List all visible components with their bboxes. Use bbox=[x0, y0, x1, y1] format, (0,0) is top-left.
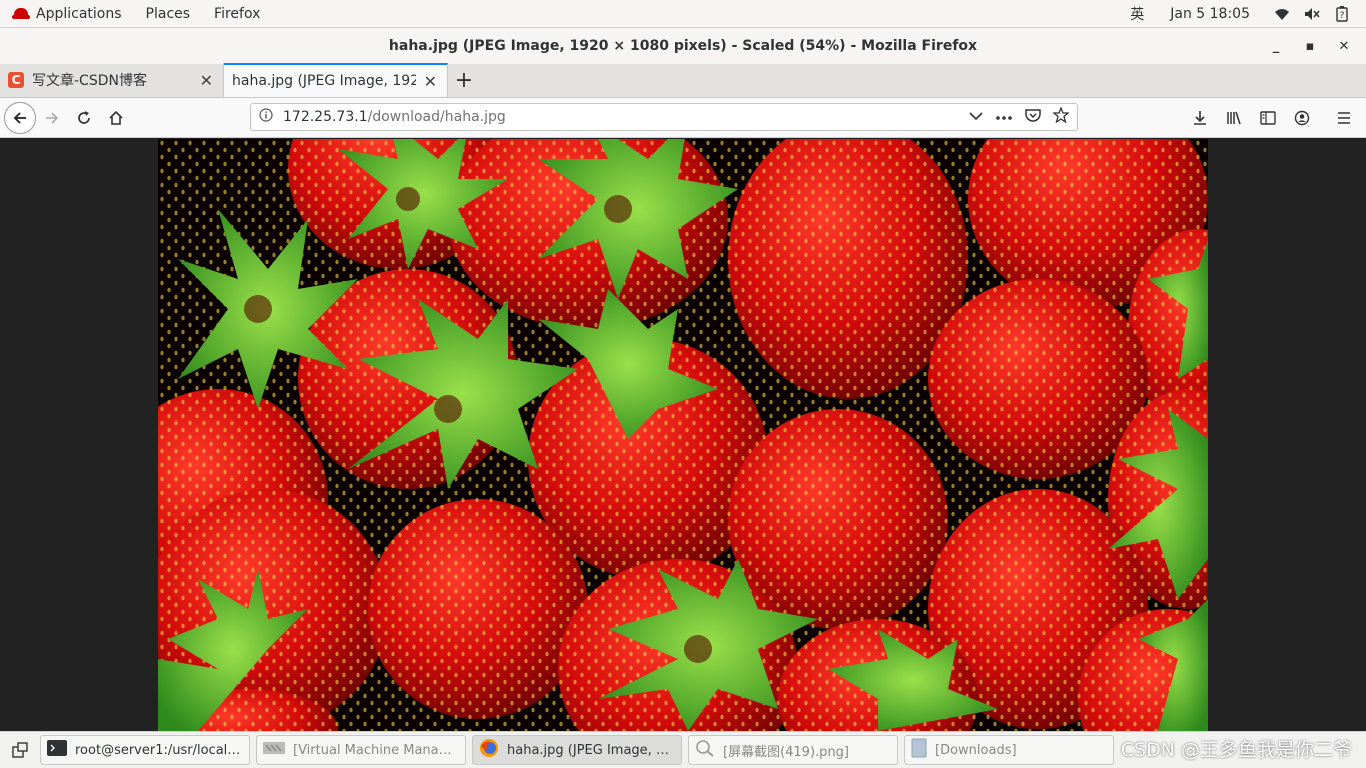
task-downloads-folder[interactable]: [Downloads] bbox=[904, 735, 1114, 765]
image-viewer-icon bbox=[695, 739, 715, 761]
library-icon bbox=[1227, 111, 1241, 125]
sidebar-button[interactable] bbox=[1252, 102, 1284, 134]
hamburger-menu-icon bbox=[1338, 112, 1350, 124]
firefox-icon bbox=[479, 738, 499, 762]
page-actions-icon[interactable] bbox=[995, 109, 1013, 125]
places-menu[interactable]: Places bbox=[134, 0, 203, 27]
task-virtual-machine-manager[interactable]: [Virtual Machine Manager] bbox=[256, 735, 466, 765]
firefox-app-menu[interactable]: Firefox bbox=[202, 0, 272, 27]
task-label: [Virtual Machine Manager] bbox=[293, 742, 459, 758]
tab-label: haha.jpg (JPEG Image, 1920 bbox=[232, 73, 416, 89]
svg-text:?: ? bbox=[1340, 11, 1345, 21]
task-label: haha.jpg (JPEG Image, 192... bbox=[507, 742, 675, 758]
tab-csdn[interactable]: C 写文章-CSDN博客 ✕ bbox=[0, 63, 224, 97]
maximize-button[interactable]: ▪ bbox=[1296, 32, 1324, 60]
csdn-favicon-icon: C bbox=[8, 72, 24, 88]
site-info-icon[interactable] bbox=[259, 108, 273, 126]
back-button[interactable] bbox=[4, 101, 36, 134]
bookmark-star-icon[interactable] bbox=[1052, 106, 1070, 127]
window-title-bar: haha.jpg (JPEG Image, 1920 × 1080 pixels… bbox=[0, 28, 1366, 64]
applications-menu[interactable]: Applications bbox=[0, 0, 134, 27]
arrow-left-icon bbox=[13, 111, 26, 124]
task-label: [Downloads] bbox=[935, 742, 1017, 758]
task-firefox[interactable]: haha.jpg (JPEG Image, 192... bbox=[472, 735, 682, 765]
tab-close-icon[interactable]: ✕ bbox=[424, 72, 437, 91]
url-host: 172.25.73.1 bbox=[283, 109, 368, 125]
close-window-button[interactable]: ✕ bbox=[1330, 32, 1358, 60]
downloads-button[interactable] bbox=[1184, 102, 1216, 134]
volume-muted-icon[interactable] bbox=[1304, 6, 1320, 22]
clock[interactable]: Jan 5 18:05 bbox=[1170, 6, 1250, 22]
wifi-icon[interactable] bbox=[1274, 6, 1290, 22]
home-icon bbox=[109, 110, 123, 125]
pocket-icon[interactable] bbox=[1025, 108, 1041, 126]
tab-haha-jpg[interactable]: haha.jpg (JPEG Image, 1920 ✕ bbox=[224, 63, 448, 97]
task-image-viewer[interactable]: [屏幕截图(419).png] bbox=[688, 735, 898, 765]
reload-icon bbox=[78, 110, 90, 124]
applications-label: Applications bbox=[36, 5, 122, 22]
places-label: Places bbox=[145, 5, 191, 22]
power-status-icon[interactable]: ? bbox=[1334, 5, 1350, 22]
task-label: root@server1:/usr/local/ng... bbox=[75, 742, 243, 758]
account-button[interactable] bbox=[1286, 102, 1318, 134]
chevron-down-icon[interactable] bbox=[969, 109, 983, 125]
library-button[interactable] bbox=[1218, 102, 1250, 134]
input-method-indicator[interactable]: 英 bbox=[1130, 4, 1144, 24]
page-content bbox=[0, 139, 1366, 731]
sidebar-icon bbox=[1260, 111, 1276, 125]
show-desktop-button[interactable] bbox=[6, 736, 34, 764]
folder-icon bbox=[911, 738, 927, 762]
home-button[interactable] bbox=[100, 102, 132, 134]
task-terminal[interactable]: root@server1:/usr/local/ng... bbox=[40, 735, 250, 765]
strawberries-image[interactable] bbox=[158, 139, 1208, 731]
strawberries-illustration bbox=[158, 139, 1208, 731]
tab-close-icon[interactable]: ✕ bbox=[200, 71, 213, 90]
task-label: [屏幕截图(419).png] bbox=[723, 744, 849, 760]
tab-strip: C 写文章-CSDN博客 ✕ haha.jpg (JPEG Image, 192… bbox=[0, 63, 1366, 98]
tab-label: 写文章-CSDN博客 bbox=[32, 73, 147, 89]
account-icon bbox=[1294, 110, 1310, 126]
vm-manager-icon bbox=[263, 740, 285, 760]
download-icon bbox=[1194, 111, 1206, 125]
terminal-icon bbox=[47, 740, 67, 760]
arrow-right-icon bbox=[46, 111, 59, 124]
reload-button[interactable] bbox=[68, 102, 100, 134]
redhat-logo-icon bbox=[12, 7, 30, 21]
csdn-watermark: CSDN @王多鱼我是你二爷 bbox=[1120, 739, 1352, 761]
menu-button[interactable] bbox=[1328, 102, 1360, 134]
gnome-top-bar: Applications Places Firefox 英 Jan 5 18:0… bbox=[0, 0, 1366, 28]
navigation-toolbar: 172.25.73.1/download/haha.jpg bbox=[0, 98, 1366, 138]
new-tab-button[interactable]: + bbox=[448, 63, 480, 97]
window-title: haha.jpg (JPEG Image, 1920 × 1080 pixels… bbox=[388, 38, 978, 54]
forward-button[interactable] bbox=[36, 102, 68, 134]
minimize-button[interactable]: _ bbox=[1262, 32, 1290, 60]
url-path: /download/haha.jpg bbox=[367, 109, 506, 125]
show-desktop-icon bbox=[12, 742, 28, 758]
url-bar[interactable]: 172.25.73.1/download/haha.jpg bbox=[250, 103, 1078, 131]
firefox-app-label: Firefox bbox=[214, 5, 261, 22]
